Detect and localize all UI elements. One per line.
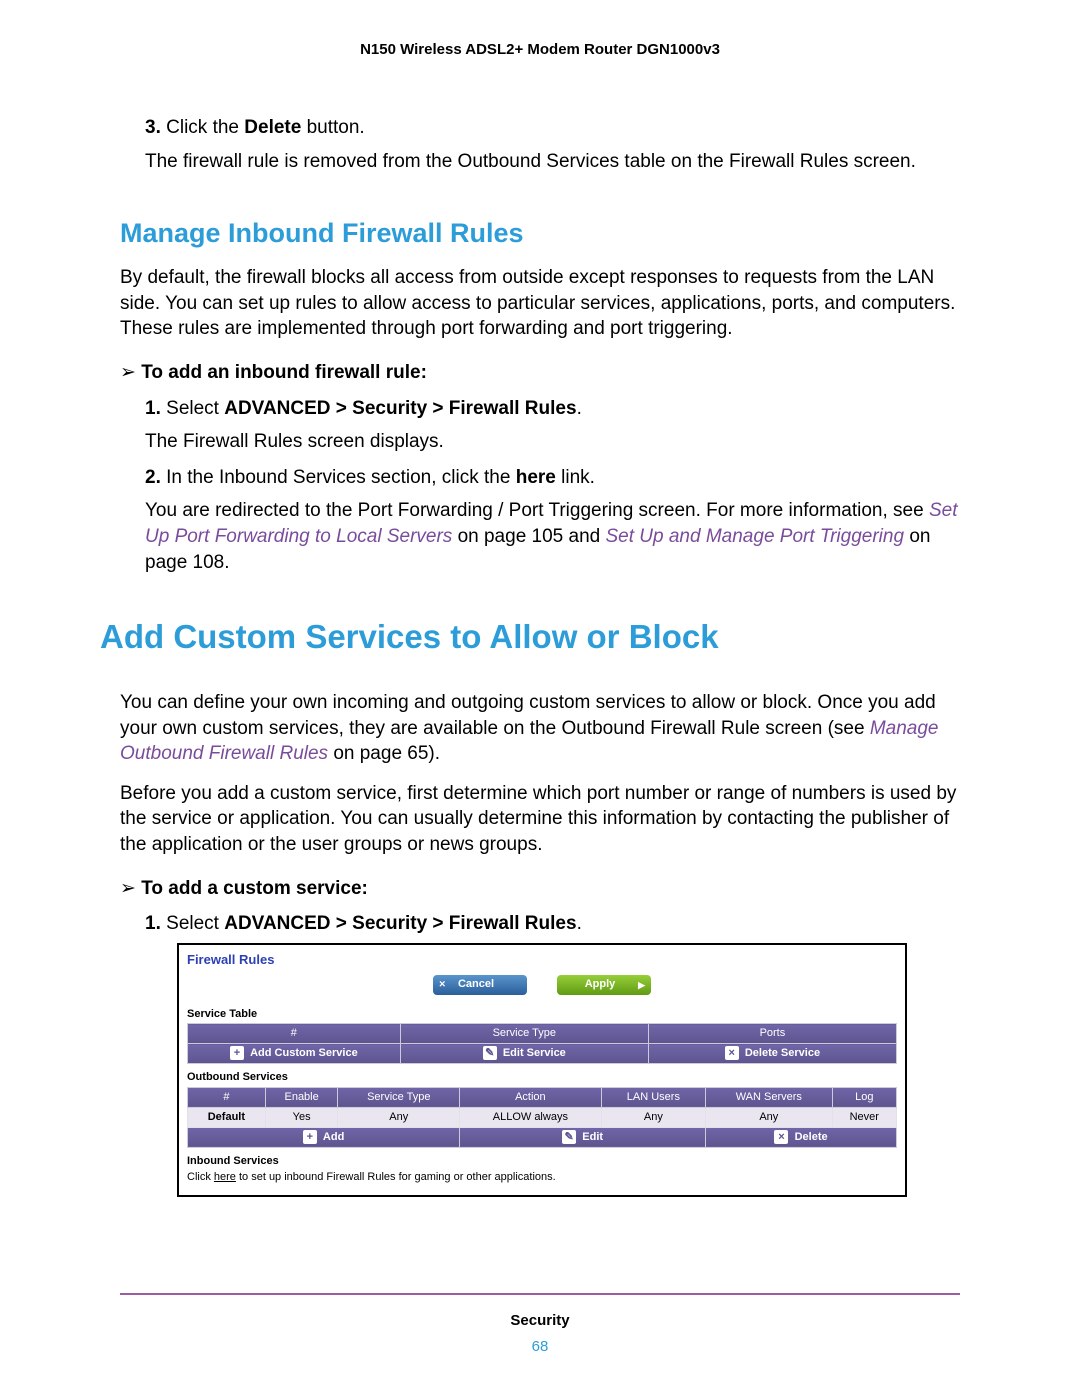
firewall-rules-screenshot: Firewall Rules × Cancel Apply ▶ Service … [177, 943, 907, 1197]
step-result: The firewall rule is removed from the Ou… [145, 149, 960, 175]
step-number: 1. [145, 913, 161, 934]
apply-button[interactable]: Apply ▶ [557, 975, 651, 995]
step-text: Select ADVANCED > Security > Firewall Ru… [166, 913, 582, 934]
step-text: In the Inbound Services section, click t… [166, 467, 595, 488]
fig-title: Firewall Rules [187, 951, 897, 969]
service-table-title: Service Table [187, 1007, 897, 1022]
col-enable: Enable [265, 1087, 338, 1107]
custom-para-2: Before you add a custom service, first d… [120, 781, 960, 858]
col-lan-users: LAN Users [601, 1087, 706, 1107]
col-wan-servers: WAN Servers [706, 1087, 832, 1107]
custom-para-1: You can define your own incoming and out… [120, 690, 960, 767]
inbound-intro: By default, the firewall blocks all acce… [120, 265, 960, 342]
col-ports: Ports [648, 1024, 896, 1044]
outbound-table: # Enable Service Type Action LAN Users W… [187, 1087, 897, 1148]
inbound-here-link[interactable]: here [214, 1171, 236, 1183]
inbound-step-1: 1. Select ADVANCED > Security > Firewall… [145, 396, 960, 455]
step-3: 3. Click the Delete button. The firewall… [145, 115, 960, 174]
delete-service-button[interactable]: × Delete Service [648, 1044, 896, 1064]
col-action: Action [460, 1087, 602, 1107]
apply-arrow-icon: ▶ [638, 979, 645, 991]
table-row: Default Yes Any ALLOW always Any Any Nev… [188, 1107, 897, 1127]
document-header: N150 Wireless ADSL2+ Modem Router DGN100… [120, 40, 960, 60]
inbound-title: Inbound Services [187, 1154, 897, 1169]
col-hash: # [188, 1087, 266, 1107]
link-port-triggering[interactable]: Set Up and Manage Port Triggering [606, 526, 905, 547]
plus-icon: + [230, 1046, 244, 1060]
footer-rule [120, 1293, 960, 1295]
x-icon: × [774, 1130, 788, 1144]
page-footer: Security 68 [0, 1293, 1080, 1358]
col-service-type: Service Type [338, 1087, 460, 1107]
close-icon: × [439, 977, 445, 992]
step-text: Click the Delete button. [166, 117, 365, 138]
col-service-type: Service Type [400, 1024, 648, 1044]
edit-button[interactable]: ✎ Edit [460, 1127, 706, 1147]
service-table: # Service Type Ports + Add Custom Servic… [187, 1023, 897, 1064]
inbound-note: Click here to set up inbound Firewall Ru… [187, 1170, 897, 1185]
pencil-icon: ✎ [562, 1130, 576, 1144]
procedure-heading-inbound: To add an inbound firewall rule: [120, 360, 960, 386]
custom-step-1: 1. Select ADVANCED > Security > Firewall… [145, 911, 960, 937]
inbound-step-2: 2. In the Inbound Services section, clic… [145, 465, 960, 576]
col-hash: # [188, 1024, 401, 1044]
plus-icon: + [303, 1130, 317, 1144]
heading-manage-inbound: Manage Inbound Firewall Rules [120, 215, 960, 251]
add-custom-service-button[interactable]: + Add Custom Service [188, 1044, 401, 1064]
cancel-button[interactable]: × Cancel [433, 975, 527, 995]
heading-add-custom: Add Custom Services to Allow or Block [100, 615, 960, 660]
step-result: You are redirected to the Port Forwardin… [145, 498, 960, 575]
step-number: 2. [145, 467, 161, 488]
procedure-heading-custom: To add a custom service: [120, 876, 960, 902]
pencil-icon: ✎ [483, 1046, 497, 1060]
step-number: 3. [145, 117, 161, 138]
outbound-title: Outbound Services [187, 1070, 897, 1085]
x-icon: × [725, 1046, 739, 1060]
step-result: The Firewall Rules screen displays. [145, 429, 960, 455]
footer-page-number: 68 [0, 1337, 1080, 1357]
edit-service-button[interactable]: ✎ Edit Service [400, 1044, 648, 1064]
footer-section: Security [0, 1311, 1080, 1331]
add-button[interactable]: + Add [188, 1127, 460, 1147]
step-number: 1. [145, 398, 161, 419]
col-log: Log [832, 1087, 896, 1107]
step-text: Select ADVANCED > Security > Firewall Ru… [166, 398, 582, 419]
delete-button[interactable]: × Delete [706, 1127, 897, 1147]
